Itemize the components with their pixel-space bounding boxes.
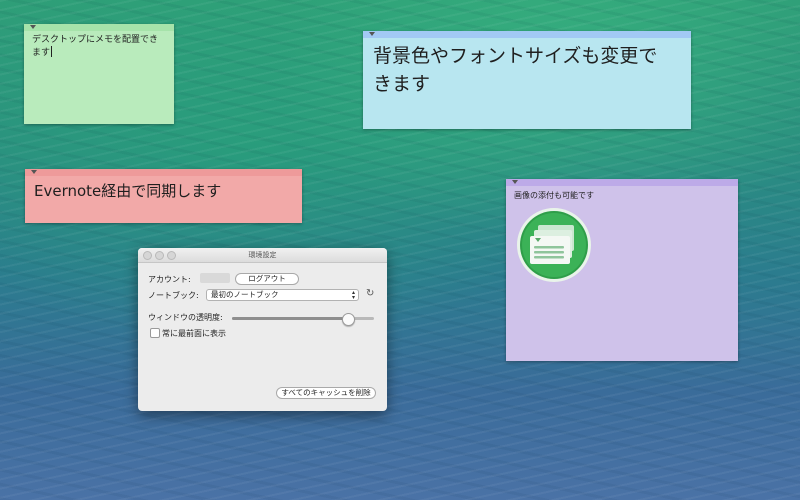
- select-arrows-icon: ▴ ▾: [351, 289, 355, 301]
- text-cursor: [51, 46, 53, 57]
- opacity-slider-fill: [232, 317, 349, 320]
- note-text-area[interactable]: 画像の添付も可能です: [506, 186, 738, 205]
- note-text: Evernote経由で同期します: [34, 182, 222, 200]
- opacity-slider[interactable]: [232, 313, 374, 326]
- note-text-area[interactable]: デスクトップにメモを配置できます: [24, 31, 174, 61]
- note-title-bar[interactable]: [363, 31, 691, 38]
- note-title-bar[interactable]: [506, 179, 738, 186]
- opacity-slider-knob[interactable]: [342, 313, 356, 326]
- window-title: 環境設定: [248, 251, 277, 259]
- note-text-area[interactable]: Evernote経由で同期します: [25, 176, 302, 206]
- zoom-window-button[interactable]: [167, 251, 176, 260]
- note-title-bar[interactable]: [25, 169, 302, 176]
- minimize-window-button[interactable]: [155, 251, 164, 260]
- sticky-note-green[interactable]: デスクトップにメモを配置できます: [24, 24, 174, 124]
- window-title-bar[interactable]: 環境設定: [138, 248, 387, 263]
- preferences-window[interactable]: 環境設定 アカウント: ログアウト ノートブック: 最初のノートブック ▴ ▾ ↻…: [138, 248, 387, 411]
- note-menu-triangle-icon[interactable]: [512, 180, 518, 184]
- refresh-icon[interactable]: ↻: [366, 288, 374, 299]
- always-on-top-label: 常に最前面に表示: [162, 329, 226, 338]
- close-window-button[interactable]: [143, 251, 152, 260]
- account-name-placeholder: [200, 273, 230, 283]
- sticky-note-blue[interactable]: 背景色やフォントサイズも変更で きます: [363, 31, 691, 129]
- always-on-top-checkbox[interactable]: [150, 328, 160, 338]
- note-text-line-2: きます: [373, 73, 431, 95]
- account-label: アカウント:: [148, 275, 191, 284]
- note-menu-triangle-icon[interactable]: [30, 25, 36, 29]
- note-text-area[interactable]: 背景色やフォントサイズも変更で きます: [363, 38, 691, 102]
- logout-button[interactable]: ログアウト: [235, 273, 299, 285]
- stacked-notes-app-icon[interactable]: [516, 207, 592, 283]
- sticky-note-red[interactable]: Evernote経由で同期します: [25, 169, 302, 223]
- note-menu-triangle-icon[interactable]: [31, 170, 37, 174]
- note-text: 画像の添付も可能です: [514, 191, 594, 200]
- notebook-select[interactable]: 最初のノートブック ▴ ▾: [206, 289, 359, 301]
- clear-cache-button[interactable]: すべてのキャッシュを削除: [276, 387, 376, 399]
- notebook-label: ノートブック:: [148, 291, 199, 300]
- note-title-bar[interactable]: [24, 24, 174, 31]
- opacity-label: ウィンドウの透明度:: [148, 313, 223, 322]
- sticky-note-purple[interactable]: 画像の添付も可能です: [506, 179, 738, 361]
- notebook-select-value: 最初のノートブック: [211, 290, 279, 299]
- note-menu-triangle-icon[interactable]: [369, 32, 375, 36]
- note-text-line-1: 背景色やフォントサイズも変更で: [373, 45, 658, 67]
